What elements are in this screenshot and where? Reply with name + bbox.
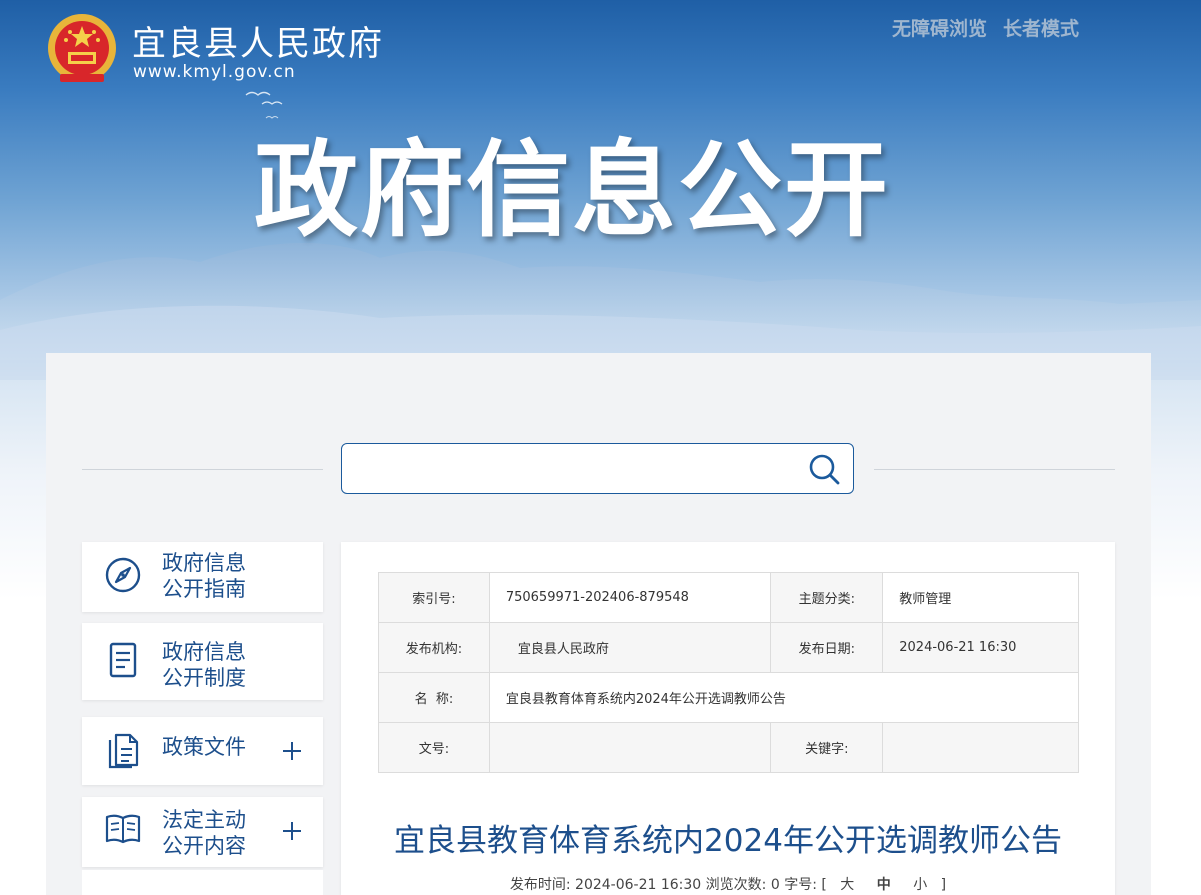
bracket-open: [ [821, 877, 827, 893]
table-row: 索引号: 750659971-202406-879548 主题分类: 教师管理 [378, 572, 1079, 623]
fontsize-label: 字号: [784, 877, 817, 893]
accessibility-link[interactable]: 无障碍浏览 [892, 14, 987, 41]
org-value: 宜良县人民政府 [488, 622, 772, 673]
org-label: 发布机构: [378, 622, 490, 673]
date-label: 发布日期: [770, 622, 884, 673]
search-icon[interactable] [807, 452, 841, 486]
sidebar-item-statutory-content[interactable]: 法定主动 公开内容 [82, 797, 323, 867]
sidebar-item-label: 法定主动 公开内容 [162, 808, 246, 858]
topic-label: 主题分类: [770, 572, 884, 623]
font-size-small-button[interactable]: 小 [913, 877, 927, 893]
document-info-bar: 发布时间: 2024-06-21 16:30 浏览次数: 0 字号: [ 大 中… [341, 874, 1115, 894]
search-input[interactable] [354, 452, 798, 486]
sidebar-item-policy-documents[interactable]: 政策文件 [82, 717, 323, 785]
table-row: 名 称: 宜良县教育体育系统内2024年公开选调教师公告 [378, 672, 1080, 723]
font-size-large-button[interactable]: 大 [840, 877, 854, 893]
docno-value [488, 722, 772, 773]
font-size-medium-button[interactable]: 中 [877, 877, 891, 893]
sidebar-item-disclosure-system[interactable]: 政府信息 公开制度 [82, 623, 323, 700]
site-title: 宜良县人民政府 [132, 24, 384, 64]
document-icon [109, 642, 137, 678]
name-value: 宜良县教育体育系统内2024年公开选调教师公告 [488, 672, 1080, 723]
table-row: 文号: 关键字: [378, 722, 1079, 773]
site-url: www.kmyl.gov.cn [133, 62, 296, 82]
search-box [341, 443, 854, 494]
search-divider-left [82, 469, 323, 470]
elder-mode-link[interactable]: 长者模式 [1003, 14, 1079, 41]
date-value: 2024-06-21 16:30 [882, 622, 1079, 673]
index-value: 750659971-202406-879548 [488, 572, 772, 623]
national-emblem-icon [48, 14, 116, 82]
index-label: 索引号: [378, 572, 490, 623]
top-links: 无障碍浏览 长者模式 [892, 14, 1079, 41]
views-label: 浏览次数: [705, 877, 767, 893]
views-count: 0 [770, 877, 780, 893]
book-icon [105, 814, 141, 844]
bracket-close: ] [940, 877, 947, 893]
sidebar-item-label: 政策文件 [162, 735, 246, 759]
topic-value: 教师管理 [882, 572, 1079, 623]
sidebar-item-next[interactable] [82, 870, 323, 895]
search-divider-right [874, 469, 1115, 470]
expand-plus-icon[interactable] [280, 819, 304, 843]
sidebar-item-disclosure-guide[interactable]: 政府信息 公开指南 [82, 542, 323, 612]
publish-label: 发布时间: [509, 877, 571, 893]
files-icon [108, 733, 139, 769]
metadata-table: 索引号: 750659971-202406-879548 主题分类: 教师管理 … [378, 572, 1080, 773]
docno-label: 文号: [378, 722, 490, 773]
keyword-value [882, 722, 1079, 773]
name-label: 名 称: [378, 672, 490, 723]
compass-icon [105, 557, 141, 593]
sidebar-item-label: 政府信息 公开制度 [162, 640, 246, 690]
hero-title: 政府信息公开 [254, 129, 891, 251]
document-title: 宜良县教育体育系统内2024年公开选调教师公告 [394, 823, 1062, 859]
keyword-label: 关键字: [770, 722, 884, 773]
expand-plus-icon[interactable] [280, 739, 304, 763]
table-row: 发布机构: 宜良县人民政府 发布日期: 2024-06-21 16:30 [378, 622, 1079, 673]
sidebar-item-label: 政府信息 公开指南 [162, 551, 246, 601]
publish-time: 2024-06-21 16:30 [575, 877, 702, 893]
